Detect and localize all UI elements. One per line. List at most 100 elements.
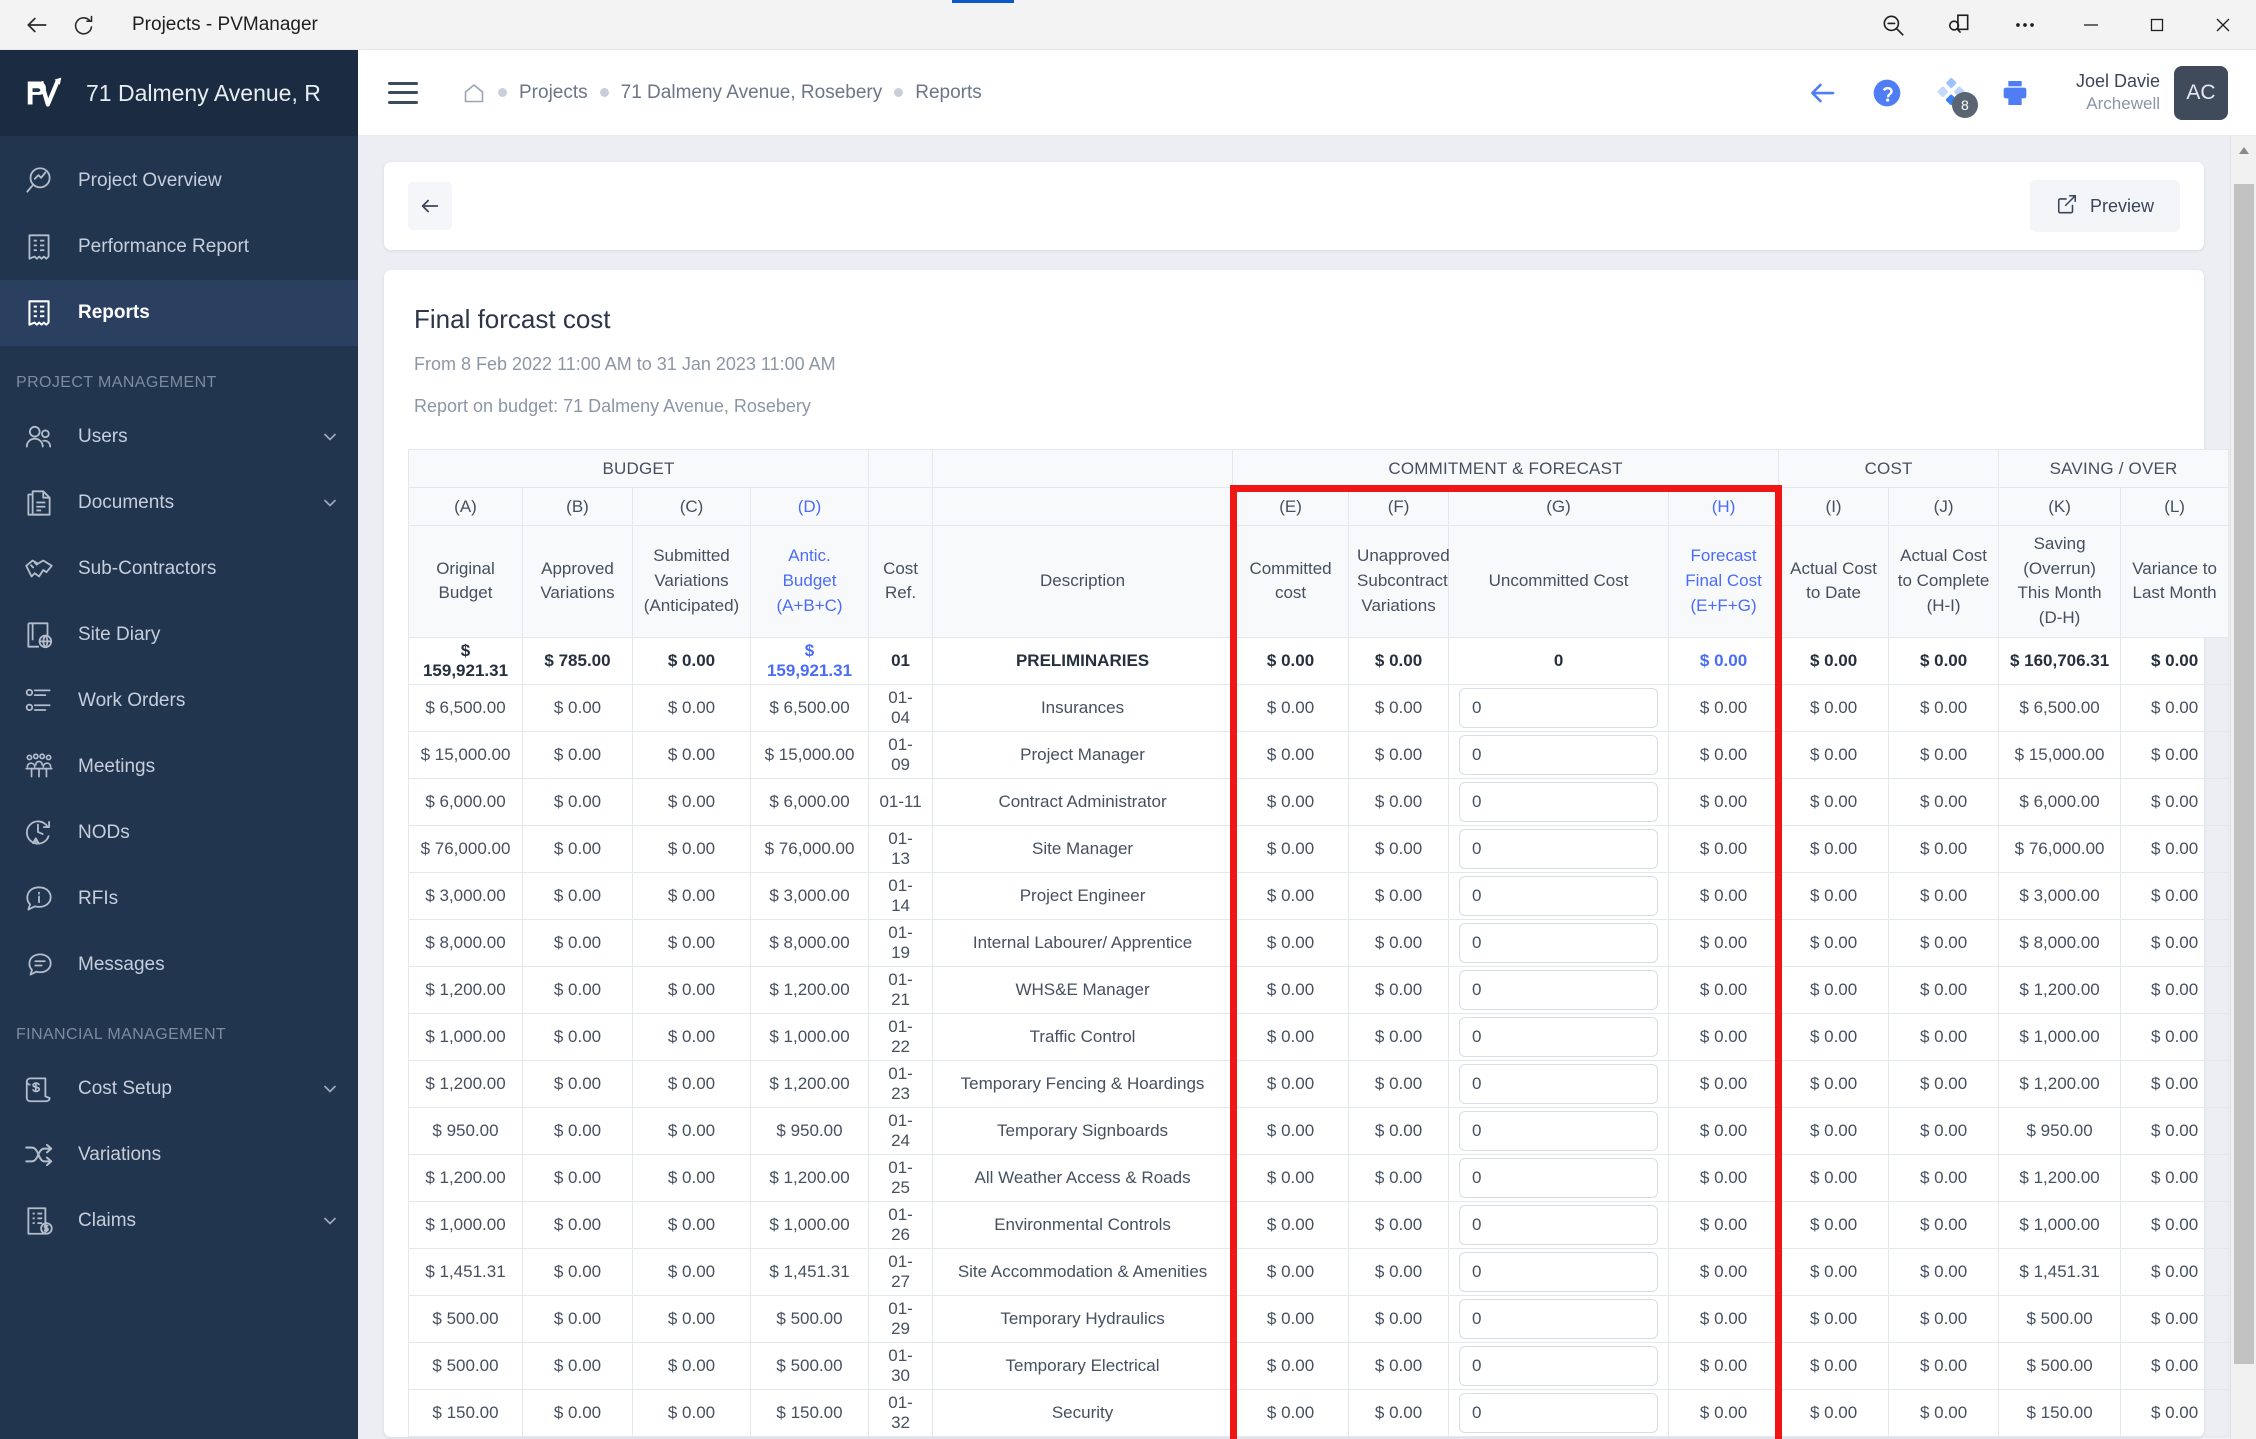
cell-variance-to-last-month: $ 0.00 — [2120, 1153, 2230, 1202]
minimize-icon[interactable] — [2058, 0, 2124, 50]
external-link-icon — [2056, 193, 2078, 220]
sidebar-item-label: Site Diary — [78, 624, 161, 645]
chevron-down-icon[interactable] — [320, 1211, 340, 1231]
printer-icon[interactable] — [1998, 76, 2032, 110]
sidebar-item-meetings[interactable]: Meetings — [0, 734, 358, 800]
breadcrumb-item-project[interactable]: 71 Dalmeny Avenue, Rosebery — [621, 82, 883, 104]
cell-description: Temporary Fencing & Hoardings — [932, 1059, 1234, 1108]
sidebar-brand[interactable]: 71 Dalmeny Avenue, R — [0, 50, 358, 136]
zoom-out-icon[interactable] — [1860, 0, 1926, 50]
cell-uncommitted-cost[interactable] — [1448, 965, 1670, 1014]
sidebar-item-performance-report[interactable]: Performance Report — [0, 214, 358, 280]
chevron-down-icon[interactable] — [320, 427, 340, 447]
uncommitted-cost-input[interactable] — [1459, 1392, 1659, 1433]
preview-button[interactable]: Preview — [2030, 180, 2180, 232]
window-back-button[interactable] — [14, 4, 60, 46]
breadcrumb-item-projects[interactable]: Projects — [519, 82, 588, 104]
column-header-approved-variations: Approved Variations — [522, 525, 633, 638]
maximize-icon[interactable] — [2124, 0, 2190, 50]
more-options-icon[interactable] — [1992, 0, 2058, 50]
cell-uncommitted-cost[interactable] — [1448, 1106, 1670, 1155]
read-aloud-icon[interactable] — [1926, 0, 1992, 50]
avatar[interactable]: AC — [2174, 65, 2228, 120]
cell-uncommitted-cost[interactable] — [1448, 824, 1670, 873]
uncommitted-cost-input[interactable] — [1459, 1016, 1659, 1057]
documents-icon — [22, 486, 56, 520]
scroll-up-arrow-icon[interactable] — [2231, 136, 2256, 166]
cell-uncommitted-cost[interactable] — [1448, 777, 1670, 826]
cell-uncommitted-cost[interactable] — [1448, 1012, 1670, 1061]
cell-submitted-variations: $ 0.00 — [632, 730, 751, 779]
uncommitted-cost-input[interactable] — [1459, 969, 1659, 1010]
cell-committed-cost: $ 0.00 — [1232, 824, 1350, 873]
cell-uncommitted-cost[interactable] — [1448, 1341, 1670, 1390]
uncommitted-cost-input[interactable] — [1459, 1298, 1659, 1339]
chevron-down-icon[interactable] — [320, 493, 340, 513]
back-arrow-icon[interactable] — [1806, 76, 1840, 110]
sidebar-item-site-diary[interactable]: Site Diary — [0, 602, 358, 668]
close-icon[interactable] — [2190, 0, 2256, 50]
cell-uncommitted-cost[interactable] — [1448, 871, 1670, 920]
sidebar-item-cost-setup[interactable]: Cost Setup — [0, 1056, 358, 1122]
uncommitted-cost-input[interactable] — [1459, 1110, 1659, 1151]
page-scrollbar[interactable] — [2230, 136, 2256, 1439]
breadcrumb-item-reports[interactable]: Reports — [915, 82, 982, 104]
sidebar-item-claims[interactable]: Claims — [0, 1188, 358, 1254]
uncommitted-cost-input[interactable] — [1459, 1157, 1659, 1198]
cell-variance-to-last-month: $ 0.00 — [2120, 871, 2230, 920]
handshake-icon — [22, 552, 56, 586]
uncommitted-cost-input[interactable] — [1459, 1251, 1659, 1292]
chevron-down-icon[interactable] — [320, 1079, 340, 1099]
uncommitted-cost-input[interactable] — [1459, 1063, 1659, 1104]
cell-uncommitted-cost[interactable] — [1448, 1153, 1670, 1202]
uncommitted-cost-input[interactable] — [1459, 875, 1659, 916]
sidebar-item-messages[interactable]: Messages — [0, 932, 358, 998]
hamburger-menu-icon[interactable] — [388, 81, 418, 104]
uncommitted-cost-input[interactable] — [1459, 922, 1659, 963]
cell-uncommitted-cost[interactable] — [1448, 1247, 1670, 1296]
uncommitted-cost-input[interactable] — [1459, 1345, 1659, 1386]
sidebar-item-users[interactable]: Users — [0, 404, 358, 470]
home-icon[interactable] — [462, 81, 486, 105]
table-row: $ 1,200.00 $ 0.00 $ 0.00 $ 1,200.00 01-25 All… — [408, 1153, 2230, 1202]
cell-actual-cost-to-complete: $ 0.00 — [1888, 683, 2000, 732]
uncommitted-cost-input[interactable] — [1459, 687, 1659, 728]
cell-uncommitted-cost[interactable] — [1448, 1388, 1670, 1437]
cell-uncommitted-cost[interactable] — [1448, 730, 1670, 779]
cell-uncommitted-cost[interactable] — [1448, 1059, 1670, 1108]
report-back-button[interactable] — [408, 182, 452, 230]
uncommitted-cost-input[interactable] — [1459, 828, 1659, 869]
cell-variance-to-last-month: $ 0.00 — [2120, 1059, 2230, 1108]
cell-original-budget: $ 1,200.00 — [408, 965, 523, 1014]
cell-uncommitted-cost[interactable] — [1448, 683, 1670, 732]
sidebar-item-work-orders[interactable]: Work Orders — [0, 668, 358, 734]
window-refresh-button[interactable] — [60, 4, 106, 46]
scrollbar-thumb[interactable] — [2234, 184, 2254, 1364]
uncommitted-cost-input[interactable] — [1459, 781, 1659, 822]
cell-approved-variations: $ 0.00 — [522, 824, 633, 873]
sidebar-item-project-overview[interactable]: Project Overview — [0, 148, 358, 214]
cell-unapproved-subcontract-variations: $ 0.00 — [1348, 1059, 1450, 1108]
sidebar-item-sub-contractors[interactable]: Sub-Contractors — [0, 536, 358, 602]
cell-uncommitted-cost[interactable] — [1448, 1200, 1670, 1249]
cell-cost-ref: 01-24 — [868, 1106, 934, 1155]
sidebar-item-rfis[interactable]: RFIs — [0, 866, 358, 932]
sidebar-item-reports[interactable]: Reports — [0, 280, 358, 346]
column-letter-f: (F) — [1348, 487, 1450, 526]
help-circle-icon[interactable] — [1870, 76, 1904, 110]
cell-cost-ref: 01 — [868, 636, 934, 685]
sidebar-item-variations[interactable]: Variations — [0, 1122, 358, 1188]
uncommitted-cost-input[interactable] — [1459, 734, 1659, 775]
group-header-blank-description — [932, 449, 1234, 488]
cell-variance-to-last-month: $ 0.00 — [2120, 1341, 2230, 1390]
sidebar-item-nods[interactable]: NODs — [0, 800, 358, 866]
report-date-range: From 8 Feb 2022 11:00 AM to 31 Jan 2023 … — [414, 354, 836, 374]
apps-diamond-icon[interactable]: 8 — [1934, 76, 1978, 118]
uncommitted-cost-input[interactable] — [1459, 1204, 1659, 1245]
cell-uncommitted-cost[interactable] — [1448, 918, 1670, 967]
cell-submitted-variations: $ 0.00 — [632, 1341, 751, 1390]
cell-uncommitted-cost[interactable] — [1448, 1294, 1670, 1343]
cell-saving-overrun-this-month: $ 8,000.00 — [1998, 918, 2122, 967]
sidebar-item-documents[interactable]: Documents — [0, 470, 358, 536]
user-menu[interactable]: Joel Davie Archewell AC — [2076, 65, 2228, 120]
